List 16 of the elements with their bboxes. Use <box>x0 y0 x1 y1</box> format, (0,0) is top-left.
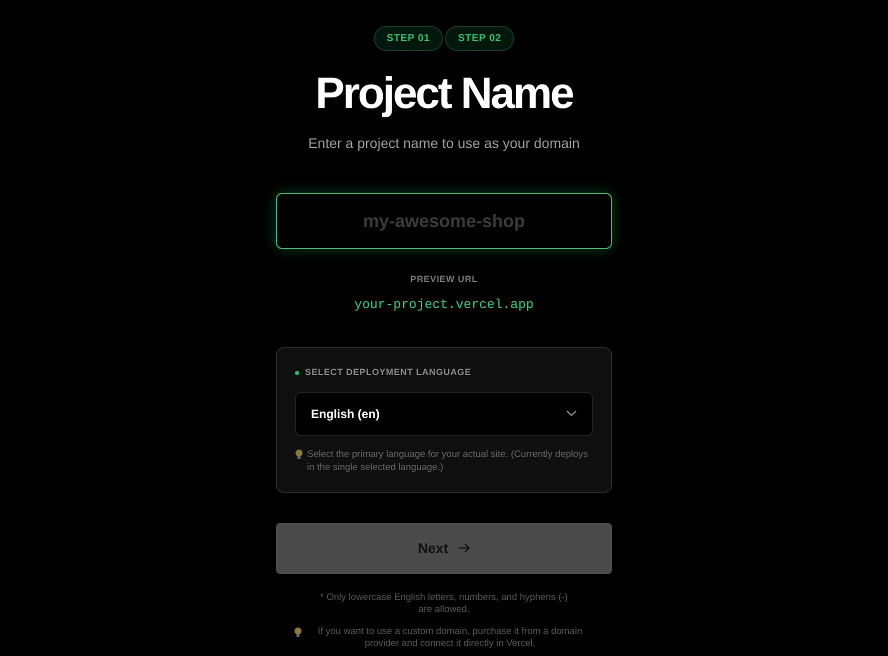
lightbulb-icon <box>294 626 302 638</box>
arrow-right-icon <box>458 543 470 553</box>
project-name-field[interactable]: my-awesome-shop <box>276 193 612 249</box>
subtitle: Enter a project name to use as your domain <box>308 134 580 153</box>
language-select[interactable]: English (en) <box>295 392 593 436</box>
chevron-down-icon <box>566 410 577 417</box>
page-title: Project Name <box>315 68 573 120</box>
step-badge: STEP 01 <box>374 26 443 51</box>
footnote: If you want to use a custom domain, purchase it from a domain provider and connect it directly in Vercel. <box>316 626 584 650</box>
lightbulb-icon <box>295 448 303 460</box>
preview-url-label: PREVIEW URL <box>410 273 478 286</box>
footnote: * Only lowercase English letters, numbers, and hyphens (-) are allowed. <box>319 592 569 616</box>
step-badge: STEP 02 <box>445 26 514 51</box>
preview-url: your-project.vercel.app <box>354 296 534 314</box>
language-label: SELECT DEPLOYMENT LANGUAGE <box>305 366 472 379</box>
language-hint: Select the primary language for your actual site. (Currently deploys in the single selected language.) <box>307 448 589 474</box>
